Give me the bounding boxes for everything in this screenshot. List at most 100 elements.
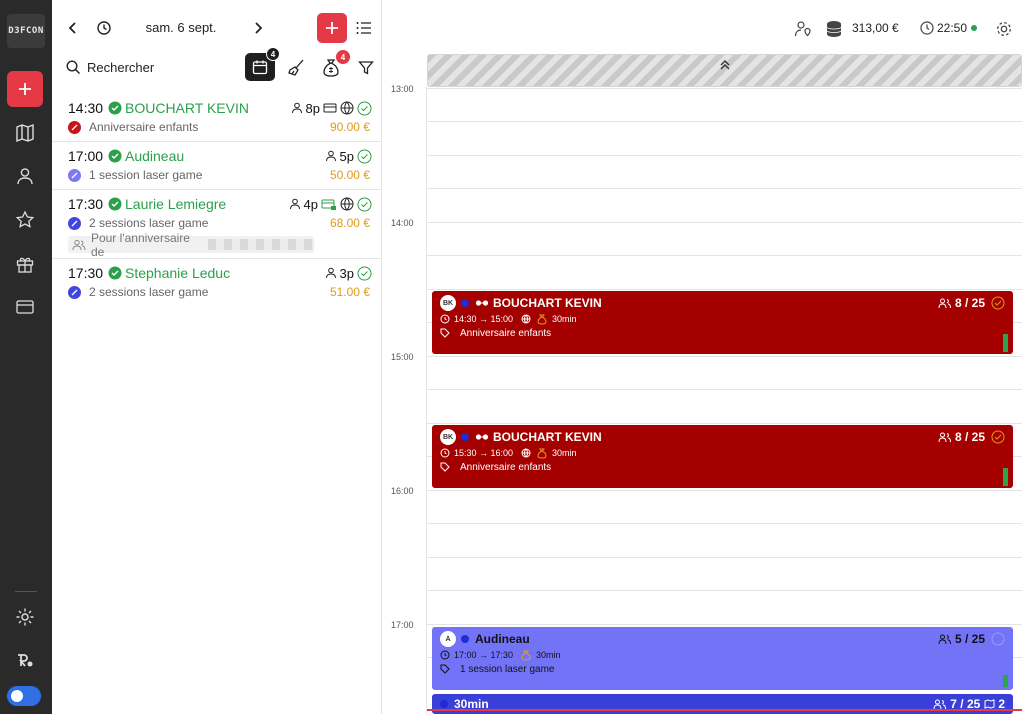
- event-time-range: 15:30 → 16:00: [454, 448, 514, 458]
- activity-name: Anniversaire enfants: [89, 120, 199, 134]
- person-icon: [291, 102, 302, 114]
- clock-icon: [440, 448, 450, 458]
- calendar-event[interactable]: BK BOUCHART KEVIN 8 / 25 14:30 → 15:00 3…: [432, 291, 1013, 354]
- customer-name: Audineau: [125, 148, 185, 164]
- activity-tag-icon: [68, 216, 81, 230]
- cleaning-button[interactable]: [285, 57, 307, 79]
- glasses-icon: [475, 434, 489, 440]
- calendar-icon: [252, 60, 268, 75]
- event-duration: 30min: [536, 650, 561, 660]
- map-icon: [984, 699, 995, 709]
- reservation-meta: 3p: [325, 266, 372, 281]
- clock-icon: [440, 314, 450, 324]
- activity-tag-icon: [68, 285, 81, 299]
- next-day-button[interactable]: [249, 19, 267, 37]
- hour-label: 15:00: [391, 352, 414, 362]
- event-status-dot: [440, 700, 448, 708]
- user-icon: [17, 168, 33, 185]
- card-icon: [323, 103, 337, 113]
- calendar-event[interactable]: BK BOUCHART KEVIN 8 / 25 15:30 → 16:00 3…: [432, 425, 1013, 488]
- quarter-line: [427, 590, 1022, 591]
- quarter-line: [427, 188, 1022, 189]
- check-circle-icon: [357, 266, 372, 280]
- quarter-line: [427, 289, 1022, 290]
- event-avatar: BK: [440, 295, 456, 311]
- moneybag-icon: [537, 448, 547, 459]
- reservation-time: 14:30: [68, 100, 104, 116]
- staff-button[interactable]: [793, 19, 813, 39]
- current-date[interactable]: sam. 6 sept.: [132, 20, 230, 35]
- search-input[interactable]: Rechercher: [87, 60, 154, 75]
- cash-button[interactable]: [823, 18, 845, 40]
- people-count: 3p: [339, 265, 354, 281]
- check-circle-icon: [357, 149, 372, 163]
- time-axis-line: [426, 87, 427, 714]
- reservation-item[interactable]: 17:00 Audineau 5p 1 session laser game 5…: [52, 142, 382, 190]
- header-settings-button[interactable]: [993, 18, 1015, 40]
- people-icon: [938, 298, 951, 308]
- new-booking-button[interactable]: [7, 71, 43, 107]
- reservation-time: 17:30: [68, 196, 104, 212]
- clock-icon: [440, 650, 450, 660]
- reservation-item[interactable]: 14:30 BOUCHART KEVIN 8p Anniversaire enf…: [52, 94, 382, 142]
- gifts-button[interactable]: [13, 252, 37, 276]
- reservation-list: 14:30 BOUCHART KEVIN 8p Anniversaire enf…: [52, 94, 382, 306]
- chevron-left-icon: [68, 22, 76, 34]
- event-avatar: A: [440, 631, 456, 647]
- verified-icon: [108, 266, 122, 280]
- theme-toggle[interactable]: [7, 686, 41, 706]
- reservation-item[interactable]: 17:30 Stephanie Leduc 3p 2 sessions lase…: [52, 259, 382, 306]
- person-icon: [289, 198, 300, 210]
- map-button[interactable]: [13, 121, 37, 145]
- event-label: Anniversaire enfants: [460, 327, 552, 339]
- hour-line: [427, 624, 1022, 625]
- payments-button[interactable]: [13, 295, 37, 319]
- closed-period-bar[interactable]: [427, 54, 1022, 87]
- favorites-button[interactable]: [13, 208, 37, 232]
- moneybag-icon: [537, 314, 547, 325]
- brand-logo: D3FCON: [7, 14, 45, 48]
- history-button[interactable]: [94, 18, 114, 38]
- person-icon: [325, 150, 336, 162]
- payments-due-button[interactable]: 4: [320, 50, 350, 79]
- customers-button[interactable]: [13, 164, 37, 188]
- map-icon: [16, 123, 34, 143]
- verified-icon: [108, 149, 122, 163]
- customer-name: BOUCHART KEVIN: [125, 100, 249, 116]
- list-icon: [356, 22, 371, 34]
- previous-day-button[interactable]: [64, 19, 82, 37]
- event-capacity: 8 / 25: [954, 296, 985, 310]
- event-avatar: BK: [440, 429, 456, 445]
- gift-icon: [16, 257, 34, 273]
- customer-name: Stephanie Leduc: [125, 265, 231, 281]
- top-header: 313,00 € 22:50: [383, 0, 1024, 56]
- people-count: 8p: [305, 100, 320, 116]
- globe-icon: [340, 101, 354, 115]
- reservation-item[interactable]: 17:30 Laurie Lemiegre 4p 2 sessions lase…: [52, 190, 382, 259]
- calendar-badge: 4: [266, 47, 280, 61]
- user-location-icon: [794, 21, 811, 37]
- calendar-event-partial[interactable]: 30min 7 / 25 2: [432, 694, 1013, 714]
- event-capacity: 8 / 25: [954, 430, 985, 444]
- event-name: BOUCHART KEVIN: [493, 430, 602, 444]
- hour-label: 17:00: [391, 620, 414, 630]
- people-icon: [938, 634, 951, 644]
- activity-tag-icon: [68, 168, 81, 182]
- hour-label: 14:00: [391, 218, 414, 228]
- hour-label: 16:00: [391, 486, 414, 496]
- globe-icon: [340, 197, 354, 211]
- event-label: Anniversaire enfants: [460, 461, 552, 473]
- calendar-event[interactable]: A Audineau 5 / 25 17:00 → 17:30 30min 1 …: [432, 627, 1013, 690]
- filter-button[interactable]: [356, 58, 376, 78]
- add-reservation-button[interactable]: [317, 13, 347, 43]
- hour-line: [427, 356, 1022, 357]
- brand-button[interactable]: [13, 648, 37, 672]
- event-name: Audineau: [475, 632, 530, 646]
- people-icon: [72, 239, 86, 250]
- reservation-note: Pour l'anniversaire de: [68, 231, 314, 259]
- settings-button[interactable]: [13, 605, 37, 629]
- calendar-filter-button[interactable]: 4: [245, 47, 280, 81]
- side-rail: D3FCON: [0, 0, 52, 714]
- settings-icon: [16, 608, 34, 626]
- list-view-button[interactable]: [355, 19, 373, 37]
